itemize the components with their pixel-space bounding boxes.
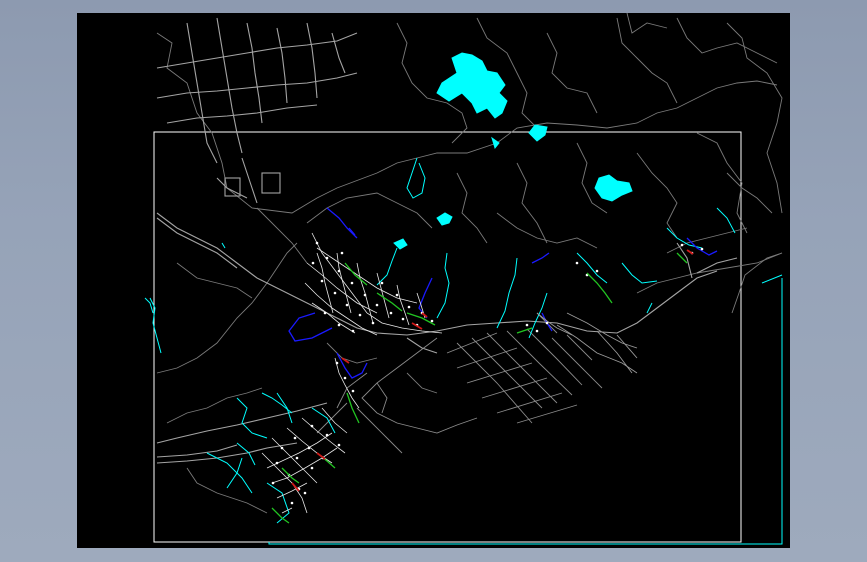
town-network-north: [304, 232, 443, 409]
pond-1: [528, 124, 548, 142]
lake-east: [594, 174, 633, 202]
drawing-frame: [153, 131, 783, 545]
harbour-area: [536, 312, 638, 374]
streams: [149, 157, 783, 524]
pond-2: [436, 212, 453, 226]
reservoir-north: [436, 52, 508, 119]
frame-cyan: [268, 278, 783, 545]
town-network-south: [261, 407, 348, 514]
pond-3: [393, 238, 408, 250]
cad-map-drawing: [144, 13, 783, 545]
frame-white: [153, 131, 742, 543]
west-features: [144, 242, 293, 466]
pond-4: [491, 136, 500, 150]
street-grid-blocks: [316, 312, 603, 454]
water-bodies[interactable]: [393, 52, 633, 250]
cad-drawing-viewport[interactable]: [77, 13, 790, 548]
